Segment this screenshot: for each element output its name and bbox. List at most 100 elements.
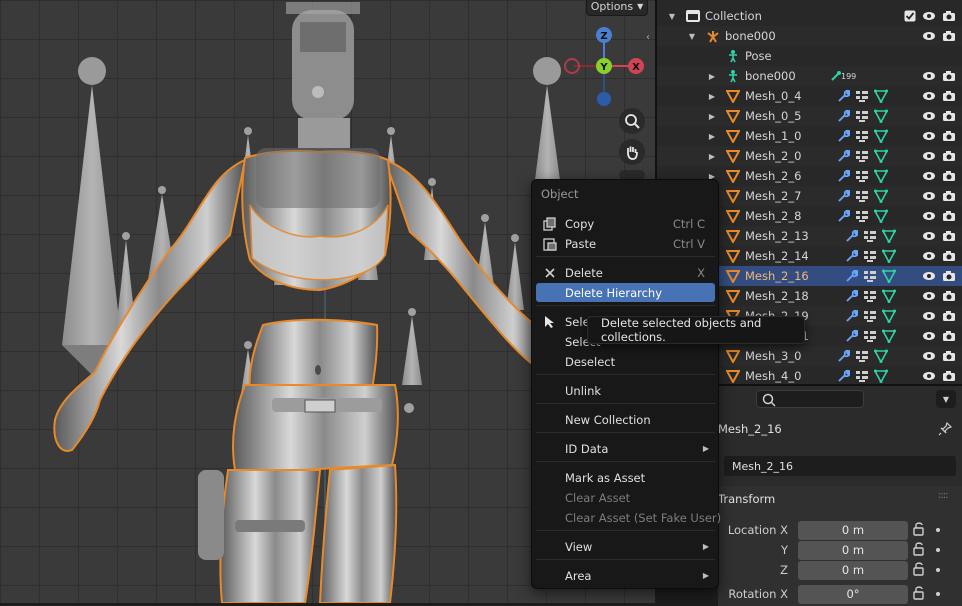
outliner-row[interactable]: ▼ Collection: [657, 6, 962, 26]
modifier-wrench-icon[interactable]: [843, 248, 859, 264]
menu-item-id-data[interactable]: ID Data ▶: [536, 439, 715, 458]
camera-render-icon[interactable]: [942, 290, 956, 302]
chevron-left-icon[interactable]: ‹: [646, 32, 655, 46]
mesh-data-icon[interactable]: [873, 348, 889, 364]
outliner-row[interactable]: ▶ Mesh_1_0: [657, 126, 962, 146]
eye-icon[interactable]: [922, 31, 936, 41]
camera-render-icon[interactable]: [942, 250, 956, 262]
menu-item-unlink[interactable]: Unlink: [536, 381, 715, 400]
eye-icon[interactable]: [922, 371, 936, 381]
mesh-data-icon[interactable]: [881, 268, 897, 284]
modifier-wrench-icon[interactable]: [843, 268, 859, 284]
outliner-row[interactable]: ▶ Mesh_2_0: [657, 146, 962, 166]
modifier-wrench-icon[interactable]: [835, 128, 851, 144]
vertex-groups-icon[interactable]: [854, 168, 870, 184]
eye-icon[interactable]: [922, 351, 936, 361]
properties-search-field[interactable]: [756, 390, 864, 408]
vertex-groups-icon[interactable]: [854, 88, 870, 104]
properties-options-dropdown[interactable]: ▼: [936, 390, 956, 408]
vertex-groups-icon[interactable]: [862, 328, 878, 344]
modifier-wrench-icon[interactable]: [835, 148, 851, 164]
lock-icon[interactable]: [912, 561, 928, 579]
camera-render-icon[interactable]: [942, 170, 956, 182]
eye-icon[interactable]: [922, 11, 936, 21]
mesh-data-icon[interactable]: [881, 228, 897, 244]
lock-icon[interactable]: [912, 521, 928, 539]
camera-render-icon[interactable]: [942, 370, 956, 382]
vertex-groups-icon[interactable]: [854, 188, 870, 204]
vertex-groups-icon[interactable]: [862, 248, 878, 264]
modifier-wrench-icon[interactable]: [843, 228, 859, 244]
pin-icon[interactable]: [938, 421, 953, 439]
modifier-wrench-icon[interactable]: [835, 368, 851, 384]
modifier-wrench-icon[interactable]: [835, 88, 851, 104]
camera-render-icon[interactable]: [942, 10, 956, 22]
keyframe-dot-icon[interactable]: [936, 548, 940, 552]
camera-render-icon[interactable]: [942, 70, 956, 82]
modifier-wrench-icon[interactable]: [835, 348, 851, 364]
expand-toggle-icon[interactable]: ▶: [707, 92, 717, 101]
camera-render-icon[interactable]: [942, 270, 956, 282]
expand-toggle-icon[interactable]: ▶: [707, 72, 717, 81]
modifier-wrench-icon[interactable]: [835, 108, 851, 124]
lock-icon[interactable]: [912, 541, 928, 559]
eye-icon[interactable]: [922, 331, 936, 341]
camera-render-icon[interactable]: [942, 190, 956, 202]
modifier-wrench-icon[interactable]: [843, 328, 859, 344]
vertex-groups-icon[interactable]: [854, 128, 870, 144]
vertex-groups-icon[interactable]: [862, 308, 878, 324]
mesh-data-icon[interactable]: [873, 108, 889, 124]
vertex-groups-icon[interactable]: [854, 108, 870, 124]
mesh-data-icon[interactable]: [873, 208, 889, 224]
eye-icon[interactable]: [922, 71, 936, 81]
modifier-wrench-icon[interactable]: [835, 208, 851, 224]
vertex-groups-icon[interactable]: [862, 288, 878, 304]
transform-value-field[interactable]: 0 m: [798, 520, 908, 540]
options-button[interactable]: Options ▼: [586, 0, 648, 16]
camera-render-icon[interactable]: [942, 310, 956, 322]
outliner-row[interactable]: ▶ Mesh_0_4: [657, 86, 962, 106]
camera-render-icon[interactable]: [942, 210, 956, 222]
menu-item-deselect[interactable]: Deselect: [536, 352, 715, 371]
eye-icon[interactable]: [922, 231, 936, 241]
vertex-groups-icon[interactable]: [854, 348, 870, 364]
keyframe-dot-icon[interactable]: [936, 592, 940, 596]
camera-render-icon[interactable]: [942, 90, 956, 102]
vertex-groups-icon[interactable]: [854, 148, 870, 164]
mesh-data-icon[interactable]: [881, 308, 897, 324]
outliner-row[interactable]: ▼ bone000: [657, 26, 962, 46]
menu-item-area[interactable]: Area ▶: [536, 566, 715, 585]
modifier-wrench-icon[interactable]: [835, 188, 851, 204]
keyframe-dot-icon[interactable]: [936, 528, 940, 532]
camera-render-icon[interactable]: [942, 350, 956, 362]
menu-item-copy[interactable]: Copy Ctrl C: [536, 214, 715, 233]
menu-item-delete[interactable]: Delete X: [536, 263, 715, 282]
eye-icon[interactable]: [922, 271, 936, 281]
checkbox-icon[interactable]: [904, 10, 916, 22]
eye-icon[interactable]: [922, 251, 936, 261]
eye-icon[interactable]: [922, 151, 936, 161]
eye-icon[interactable]: [922, 191, 936, 201]
zoom-icon[interactable]: [619, 108, 645, 134]
menu-item-paste[interactable]: Paste Ctrl V: [536, 234, 715, 253]
mesh-data-icon[interactable]: [873, 88, 889, 104]
properties-panel[interactable]: ▼ Mesh_2_16 Mesh_2_16 Transform :::: Loc…: [718, 384, 962, 606]
menu-item-view[interactable]: View ▶: [536, 537, 715, 556]
eye-icon[interactable]: [922, 211, 936, 221]
vertex-groups-icon[interactable]: [862, 268, 878, 284]
modifier-wrench-icon[interactable]: [843, 308, 859, 324]
transform-value-field[interactable]: 0 m: [798, 540, 908, 560]
eye-icon[interactable]: [922, 311, 936, 321]
transform-value-field[interactable]: 0°: [798, 584, 908, 604]
vertex-groups-icon[interactable]: [854, 368, 870, 384]
vertex-groups-icon[interactable]: [854, 208, 870, 224]
vertex-groups-icon[interactable]: [862, 228, 878, 244]
camera-render-icon[interactable]: [942, 110, 956, 122]
expand-toggle-icon[interactable]: ▼: [687, 32, 697, 41]
transform-panel-title[interactable]: Transform: [718, 492, 775, 506]
modifier-wrench-icon[interactable]: [835, 168, 851, 184]
camera-render-icon[interactable]: [942, 230, 956, 242]
mesh-data-icon[interactable]: [873, 168, 889, 184]
expand-toggle-icon[interactable]: ▶: [707, 112, 717, 121]
expand-toggle-icon[interactable]: ▼: [667, 12, 677, 21]
